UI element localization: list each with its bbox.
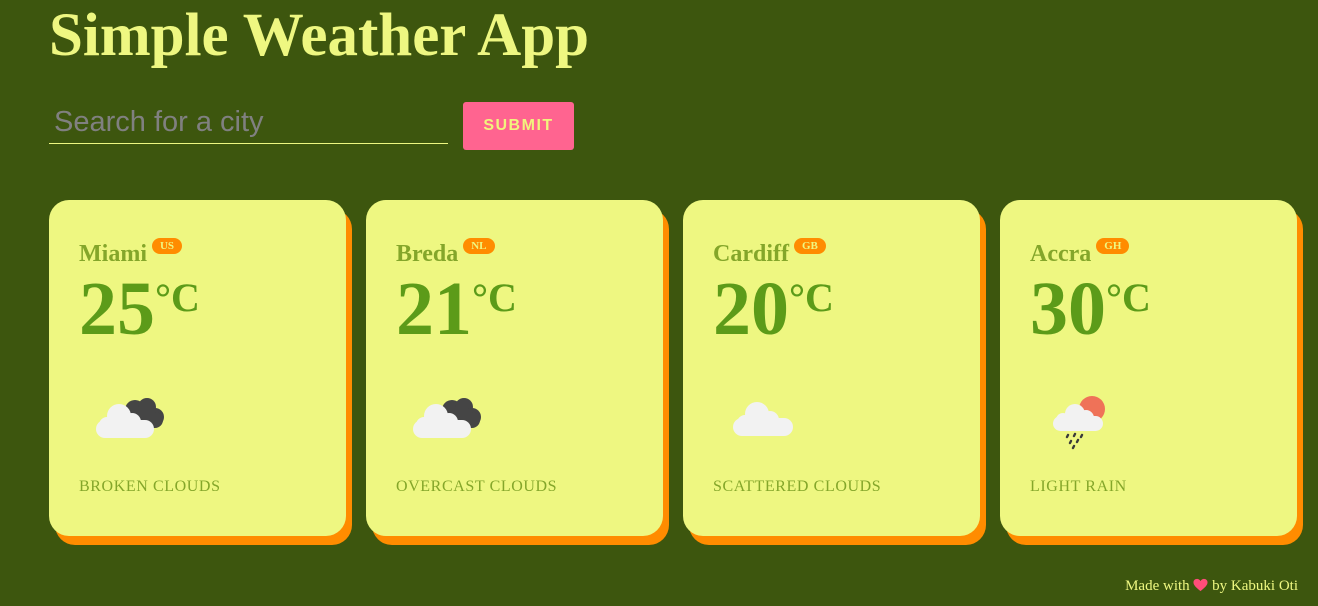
city-name: Miami bbox=[79, 241, 147, 267]
temperature-unit: °C bbox=[789, 275, 834, 320]
temperature-unit: °C bbox=[1106, 275, 1151, 320]
city-header: Accra GH bbox=[1030, 238, 1267, 270]
scattered-clouds-icon bbox=[713, 378, 813, 450]
city-header: Miami US bbox=[79, 238, 316, 270]
weather-description: overcast clouds bbox=[396, 478, 558, 495]
country-badge: US bbox=[151, 238, 183, 254]
temperature: 21°C bbox=[396, 271, 633, 347]
weather-description: broken clouds bbox=[79, 478, 221, 495]
temperature: 25°C bbox=[79, 271, 316, 347]
footer-made-with: Made with bbox=[1125, 578, 1190, 594]
search-input[interactable] bbox=[49, 102, 448, 144]
country-badge: GB bbox=[793, 238, 826, 254]
city-card: Miami US 25°C broken clouds bbox=[49, 200, 346, 536]
weather-description: light rain bbox=[1030, 478, 1127, 495]
broken-clouds-icon bbox=[79, 378, 179, 450]
country-badge: NL bbox=[463, 238, 495, 254]
city-card: Accra GH 30°C LIGHT RAIN bbox=[1000, 200, 1297, 536]
city-header: Cardiff GB bbox=[713, 238, 950, 270]
weather-cards: Miami US 25°C broken clouds bbox=[49, 200, 1297, 536]
temperature-value: 30 bbox=[1030, 267, 1106, 351]
temperature-value: 21 bbox=[396, 267, 472, 351]
weather-description: scattered clouds bbox=[713, 478, 882, 495]
temperature-value: 25 bbox=[79, 267, 155, 351]
city-card: Breda NL 21°C overcast clouds bbox=[366, 200, 663, 536]
overcast-clouds-icon bbox=[396, 378, 496, 450]
footer-credit: Made with by Kabuki Oti bbox=[1125, 578, 1298, 597]
heart-icon bbox=[1193, 578, 1208, 597]
city-card: Cardiff GB 20°C scattered clouds bbox=[683, 200, 980, 536]
temperature-unit: °C bbox=[472, 275, 517, 320]
city-name: Accra bbox=[1030, 241, 1092, 267]
footer-author: by Kabuki Oti bbox=[1212, 578, 1298, 594]
temperature: 20°C bbox=[713, 271, 950, 347]
light-rain-icon bbox=[1030, 378, 1130, 450]
city-name: Breda bbox=[396, 241, 459, 267]
city-name: Cardiff bbox=[713, 241, 789, 267]
temperature-unit: °C bbox=[155, 275, 200, 320]
temperature: 30°C bbox=[1030, 271, 1267, 347]
submit-button[interactable]: SUBMIT bbox=[463, 102, 574, 150]
city-header: Breda NL bbox=[396, 238, 633, 270]
page-title: Simple Weather App bbox=[49, 2, 590, 69]
temperature-value: 20 bbox=[713, 267, 789, 351]
country-badge: GH bbox=[1096, 238, 1130, 254]
